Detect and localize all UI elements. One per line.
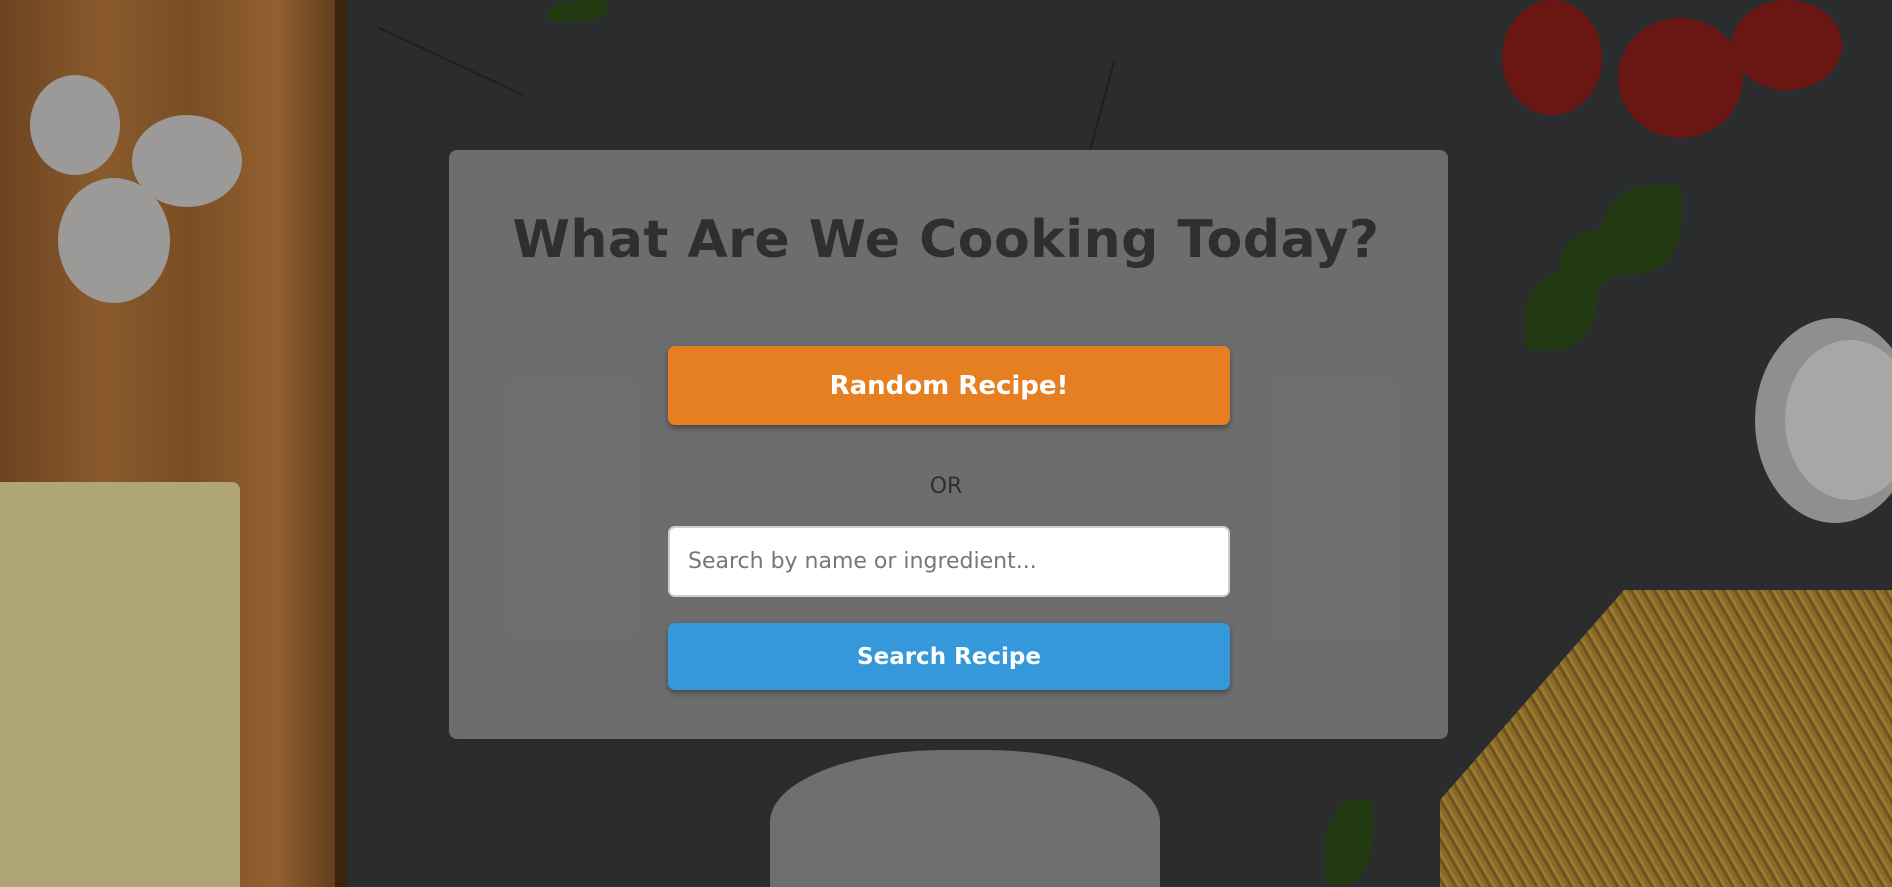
spaghetti-bundle	[1440, 590, 1892, 887]
search-input[interactable]	[668, 526, 1230, 597]
search-recipe-button[interactable]: Search Recipe	[668, 623, 1230, 690]
basil-leaf	[1325, 800, 1373, 885]
or-divider-text: OR	[929, 474, 963, 499]
garlic-clove	[30, 75, 120, 175]
basil-leaf	[548, 0, 608, 22]
tomato	[1732, 0, 1842, 90]
surface-crack	[377, 26, 523, 96]
cutting-board-edge	[335, 0, 347, 887]
tomato	[1618, 18, 1743, 138]
tomato	[1502, 0, 1602, 115]
page-title: What Are We Cooking Today?	[512, 210, 1380, 270]
surface-crack	[1087, 61, 1115, 159]
cheese-block	[0, 482, 240, 887]
pasta-spoon	[770, 750, 1160, 887]
random-recipe-button[interactable]: Random Recipe!	[668, 346, 1230, 425]
